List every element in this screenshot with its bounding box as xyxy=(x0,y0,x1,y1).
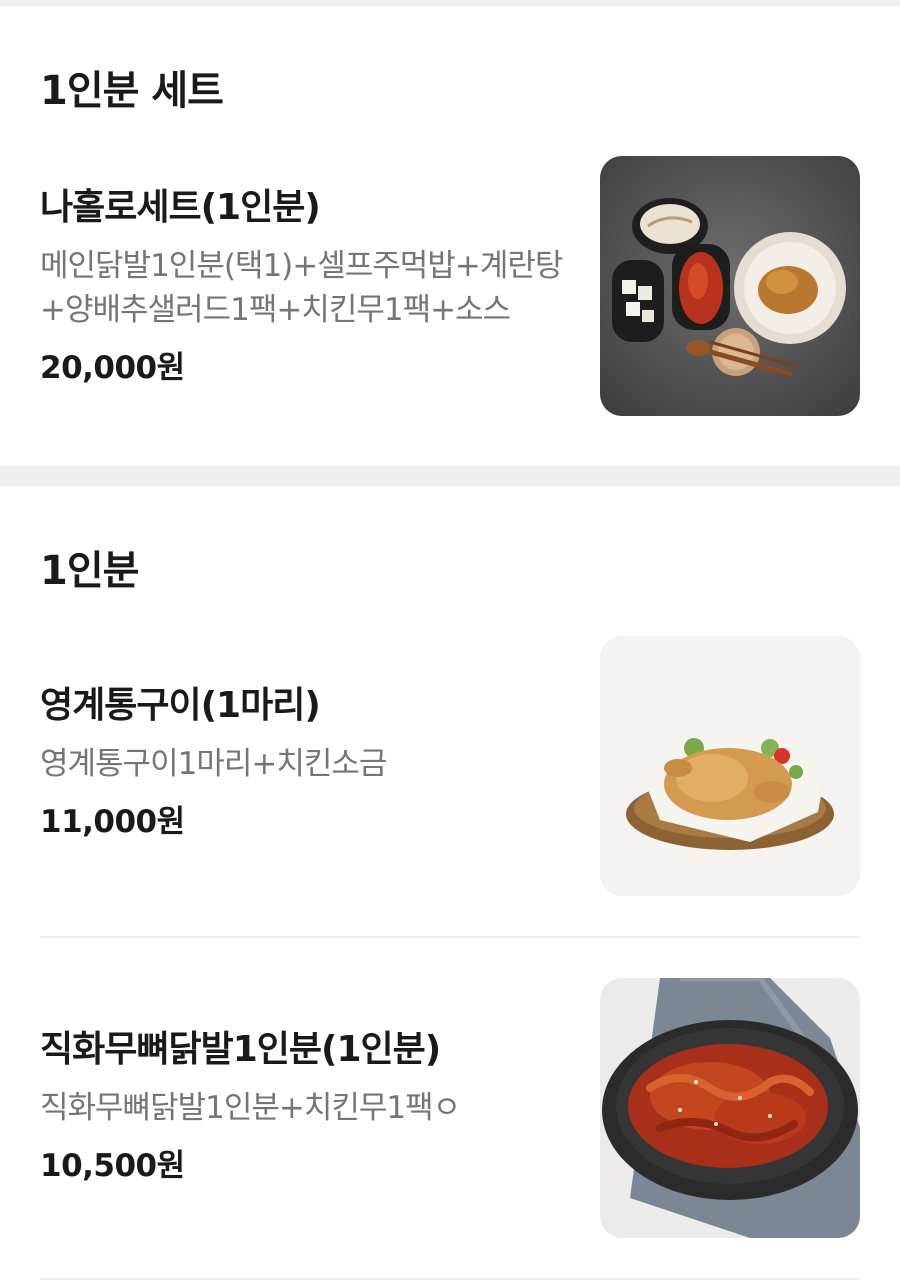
menu-item-price: 11,000원 xyxy=(40,804,185,840)
menu-item-name: 나홀로세트(1인분) xyxy=(40,187,321,228)
menu-item-name: 영계통구이(1마리) xyxy=(40,685,321,726)
menu-item-description: 직화무뼈닭발1인분+치킨무1팩ㅇ xyxy=(40,1090,461,1126)
section-title-set: 1인분 세트 xyxy=(40,68,224,114)
menu-item-name: 직화무뼈닭발1인분(1인분) xyxy=(40,1029,441,1070)
row-divider xyxy=(40,936,860,938)
menu-item[interactable]: 직화무뼈닭발1인분(1인분) 직화무뼈닭발1인분+치킨무1팩ㅇ 10,500원 xyxy=(0,978,900,1238)
menu-item-text: 직화무뼈닭발1인분(1인분) 직화무뼈닭발1인분+치킨무1팩ㅇ 10,500원 xyxy=(40,1020,570,1185)
row-divider xyxy=(40,1278,860,1280)
menu-item[interactable]: 영계통구이(1마리) 영계통구이1마리+치킨소금 11,000원 xyxy=(0,636,900,896)
menu-item-price: 20,000원 xyxy=(40,350,185,386)
menu-item-text: 나홀로세트(1인분) 메인닭발1인분(택1)+셀프주먹밥+계란탕+양배추샐러드1… xyxy=(40,178,570,387)
top-divider xyxy=(0,0,900,6)
menu-item-text: 영계통구이(1마리) 영계통구이1마리+치킨소금 11,000원 xyxy=(40,676,570,841)
menu-item-price: 10,500원 xyxy=(40,1148,185,1184)
section-divider xyxy=(0,466,900,486)
section-title-single: 1인분 xyxy=(40,548,139,594)
spicy-chicken-feet-photo[interactable] xyxy=(600,978,860,1238)
menu-item-description: 메인닭발1인분(택1)+셀프주먹밥+계란탕+양배추샐러드1팩+치킨무1팩+소스 xyxy=(40,248,563,328)
menu-item-description: 영계통구이1마리+치킨소금 xyxy=(40,746,387,782)
roast-chicken-photo[interactable] xyxy=(600,636,860,896)
menu-item[interactable]: 나홀로세트(1인분) 메인닭발1인분(택1)+셀프주먹밥+계란탕+양배추샐러드1… xyxy=(0,156,900,416)
chicken-set-photo[interactable] xyxy=(600,156,860,416)
